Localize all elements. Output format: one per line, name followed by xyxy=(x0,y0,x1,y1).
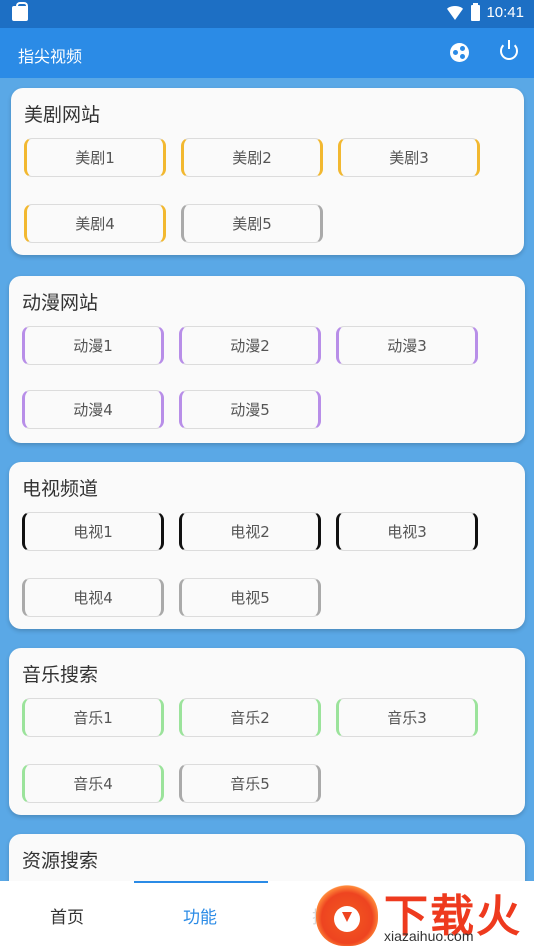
link-button[interactable]: 音乐5 xyxy=(179,764,321,803)
status-bar: 10:41 xyxy=(0,0,534,28)
app-title: 指尖视频 xyxy=(18,47,83,66)
tab-functions[interactable]: 功能 xyxy=(183,903,217,928)
flame-logo-icon xyxy=(316,884,378,946)
link-button[interactable]: 电视5 xyxy=(179,578,321,617)
section-card-resources: 资源搜索 xyxy=(9,834,525,881)
app-bar: 指尖视频 xyxy=(0,28,534,78)
link-button[interactable]: 电视3 xyxy=(336,512,478,551)
section-card-anime: 动漫网站 动漫1 动漫2 动漫3 动漫4 动漫5 xyxy=(9,276,525,443)
link-button[interactable]: 美剧2 xyxy=(181,138,323,177)
link-button[interactable]: 音乐1 xyxy=(22,698,164,737)
status-right: 10:41 xyxy=(445,2,524,21)
link-button[interactable]: 音乐2 xyxy=(179,698,321,737)
section-title: 电视频道 xyxy=(22,478,99,500)
link-button[interactable]: 美剧5 xyxy=(181,204,323,243)
wifi-icon xyxy=(445,5,466,20)
link-button[interactable]: 电视1 xyxy=(22,512,164,551)
watermark-logo: 下载火 xiazaihuo.com xyxy=(316,878,534,949)
section-card-tv: 电视频道 电视1 电视2 电视3 电视4 电视5 xyxy=(9,462,525,629)
tab-home[interactable]: 首页 xyxy=(50,903,84,928)
link-button[interactable]: 动漫5 xyxy=(179,390,321,429)
link-button[interactable]: 美剧4 xyxy=(24,204,166,243)
section-card-music: 音乐搜索 音乐1 音乐2 音乐3 音乐4 音乐5 xyxy=(9,648,525,815)
content-scroll[interactable]: 美剧网站 美剧1 美剧2 美剧3 美剧4 美剧5 动漫网站 动漫1 动漫2 动漫… xyxy=(0,78,534,881)
link-button[interactable]: 电视2 xyxy=(179,512,321,551)
section-title: 动漫网站 xyxy=(22,292,99,314)
power-icon[interactable] xyxy=(500,40,518,60)
section-title: 音乐搜索 xyxy=(22,664,99,686)
watermark-url: xiazaihuo.com xyxy=(384,928,474,944)
share-icon[interactable] xyxy=(450,43,469,62)
link-button[interactable]: 音乐4 xyxy=(22,764,164,803)
section-title: 资源搜索 xyxy=(22,850,99,872)
link-button[interactable]: 动漫3 xyxy=(336,326,478,365)
link-button[interactable]: 音乐3 xyxy=(336,698,478,737)
link-button[interactable]: 动漫4 xyxy=(22,390,164,429)
link-button[interactable]: 电视4 xyxy=(22,578,164,617)
link-button[interactable]: 美剧1 xyxy=(24,138,166,177)
battery-icon xyxy=(471,2,481,21)
link-button[interactable]: 美剧3 xyxy=(338,138,480,177)
link-button[interactable]: 动漫2 xyxy=(179,326,321,365)
section-card-drama: 美剧网站 美剧1 美剧2 美剧3 美剧4 美剧5 xyxy=(11,88,524,255)
active-tab-indicator xyxy=(134,881,268,883)
link-button[interactable]: 动漫1 xyxy=(22,326,164,365)
section-title: 美剧网站 xyxy=(24,104,101,126)
shopping-bag-icon xyxy=(12,2,28,21)
status-time: 10:41 xyxy=(486,4,524,21)
